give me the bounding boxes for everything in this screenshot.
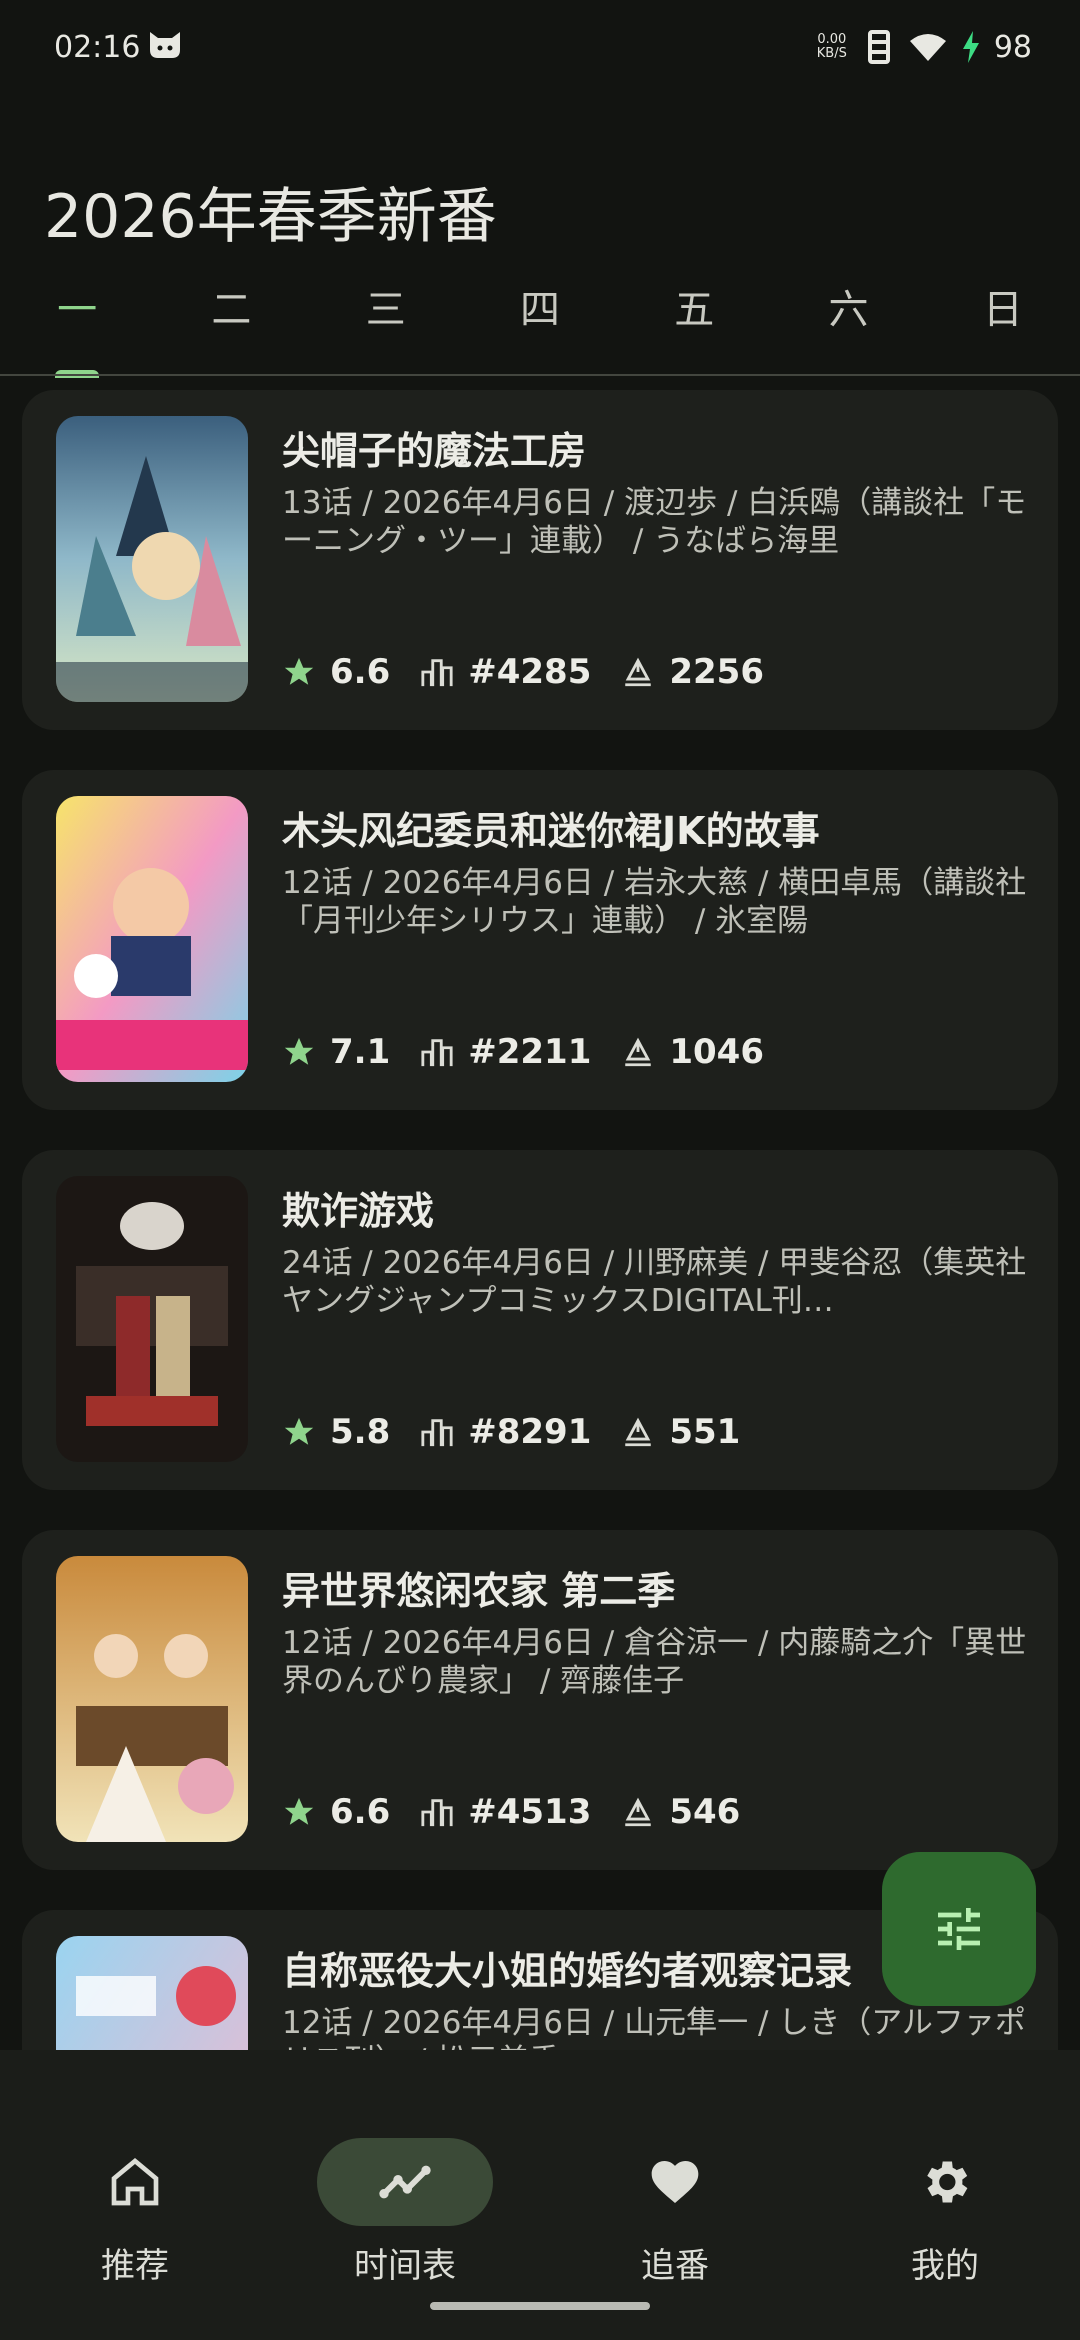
tab-thursday[interactable]: 四	[463, 270, 617, 376]
nav-label: 追番	[641, 2246, 709, 2286]
notification-cat-icon	[150, 32, 180, 58]
anime-card[interactable]: 欺诈游戏 24话 / 2026年4月6日 / 川野麻美 / 甲斐谷忍（集英社ヤン…	[22, 1150, 1058, 1490]
collect-icon	[625, 1417, 652, 1447]
collect-value: 546	[669, 1792, 741, 1832]
star-icon	[284, 1417, 314, 1445]
anime-stats: 6.6 #4513 546	[282, 1792, 770, 1832]
collect-value: 1046	[669, 1032, 764, 1072]
tab-label: 日	[982, 287, 1023, 333]
nav-recommend[interactable]: 推荐	[0, 2090, 270, 2286]
tab-monday[interactable]: 一	[0, 270, 154, 378]
weekday-tabs: 一 二 三 四 五 六 日	[0, 270, 1080, 378]
tab-sunday[interactable]: 日	[926, 270, 1080, 376]
star-icon	[284, 1037, 314, 1065]
collect-icon	[625, 657, 652, 687]
status-bar: 02:16 0.00 KB/S 98	[0, 0, 1080, 96]
collect-icon	[625, 1037, 652, 1067]
net-speed: 0.00 KB/S	[812, 33, 852, 61]
tab-wednesday[interactable]: 三	[309, 270, 463, 376]
status-time: 02:16	[54, 30, 141, 65]
anime-info: 13话 / 2026年4月6日 / 渡辺歩 / 白浜鴎（講談社「モーニング・ツー…	[282, 485, 1027, 559]
anime-title: 欺诈游戏	[282, 1189, 435, 1233]
poster-image	[56, 1556, 248, 1842]
tune-icon	[938, 1908, 980, 1950]
tab-label: 四	[519, 287, 560, 333]
rank-value: #8291	[468, 1412, 592, 1452]
rank-icon	[421, 1039, 453, 1067]
filter-fab-button[interactable]	[882, 1852, 1036, 2006]
nav-label: 时间表	[354, 2246, 456, 2286]
anime-info: 12话 / 2026年4月6日 / 倉谷涼一 / 内藤騎之介「異世界のんびり農家…	[282, 1625, 1027, 1699]
score-value: 7.1	[330, 1032, 391, 1072]
rank-value: #4513	[468, 1792, 592, 1832]
tab-label: 五	[674, 287, 715, 333]
rank-icon	[421, 1419, 453, 1447]
rank-icon	[421, 659, 453, 687]
home-icon	[111, 2157, 159, 2206]
anime-stats: 5.8 #8291 551	[282, 1412, 770, 1452]
poster-image	[56, 1176, 248, 1462]
net-speed-unit: KB/S	[816, 46, 847, 61]
nav-profile[interactable]: 我的	[810, 2090, 1080, 2286]
nav-timeline[interactable]: 时间表	[270, 2090, 540, 2286]
gear-icon	[927, 2161, 968, 2203]
collect-icon	[625, 1797, 652, 1827]
bottom-navigation: 推荐 时间表 追番 我的	[0, 2050, 1080, 2340]
tab-saturday[interactable]: 六	[771, 270, 925, 376]
score-value: 6.6	[330, 1792, 391, 1832]
page-title: 2026年春季新番	[44, 182, 497, 253]
tab-friday[interactable]: 五	[617, 270, 771, 376]
heart-icon	[651, 2161, 699, 2203]
nav-follow[interactable]: 追番	[540, 2090, 810, 2286]
collect-value: 551	[669, 1412, 741, 1452]
star-icon	[284, 1797, 314, 1825]
net-speed-value: 0.00	[817, 32, 847, 47]
anime-card[interactable]: 木头风纪委员和迷你裙JK的故事 12话 / 2026年4月6日 / 岩永大慈 /…	[22, 770, 1058, 1110]
anime-card[interactable]: 异世界悠闲农家 第二季 12话 / 2026年4月6日 / 倉谷涼一 / 内藤騎…	[22, 1530, 1058, 1870]
tab-label: 六	[828, 287, 869, 333]
charging-icon	[962, 31, 979, 63]
anime-title: 尖帽子的魔法工房	[282, 429, 587, 473]
tab-label: 一	[57, 287, 98, 333]
star-icon	[284, 657, 314, 685]
nav-label: 推荐	[101, 2246, 169, 2286]
vibrate-icon	[867, 30, 890, 64]
wifi-icon	[909, 34, 946, 61]
score-value: 5.8	[330, 1412, 391, 1452]
status-right: 0.00 KB/S 98	[812, 22, 1032, 72]
anime-stats: 7.1 #2211 1046	[282, 1032, 794, 1072]
anime-info: 12话 / 2026年4月6日 / 岩永大慈 / 横田卓馬（講談社「月刊少年シリ…	[282, 865, 1027, 939]
anime-title: 异世界悠闲农家 第二季	[282, 1569, 676, 1613]
anime-info: 24话 / 2026年4月6日 / 川野麻美 / 甲斐谷忍（集英社ヤングジャンプ…	[282, 1245, 1027, 1319]
rank-value: #4285	[468, 652, 592, 692]
nav-label: 我的	[911, 2246, 979, 2286]
tab-label: 二	[211, 287, 252, 333]
gesture-home-bar[interactable]	[430, 2302, 650, 2310]
rank-value: #2211	[468, 1032, 592, 1072]
battery-level: 98	[993, 29, 1032, 65]
anime-title: 自称恶役大小姐的婚约者观察记录	[282, 1949, 853, 1993]
anime-stats: 6.6 #4285 2256	[282, 652, 794, 692]
timeline-icon	[379, 2165, 431, 2199]
rank-icon	[421, 1799, 453, 1827]
poster-image	[56, 1936, 248, 2050]
poster-image	[56, 416, 248, 702]
anime-info: 12话 / 2026年4月6日 / 山元隼一 / しき（アルファポリス刊） / …	[282, 2005, 1026, 2050]
tab-tuesday[interactable]: 二	[154, 270, 308, 376]
anime-card[interactable]: 尖帽子的魔法工房 13话 / 2026年4月6日 / 渡辺歩 / 白浜鴎（講談社…	[22, 390, 1058, 730]
tab-label: 三	[365, 287, 406, 333]
anime-title: 木头风纪委员和迷你裙JK的故事	[282, 809, 820, 853]
anime-list[interactable]: 尖帽子的魔法工房 13话 / 2026年4月6日 / 渡辺歩 / 白浜鴎（講談社…	[0, 376, 1080, 2050]
score-value: 6.6	[330, 652, 391, 692]
collect-value: 2256	[669, 652, 764, 692]
poster-image	[56, 796, 248, 1082]
